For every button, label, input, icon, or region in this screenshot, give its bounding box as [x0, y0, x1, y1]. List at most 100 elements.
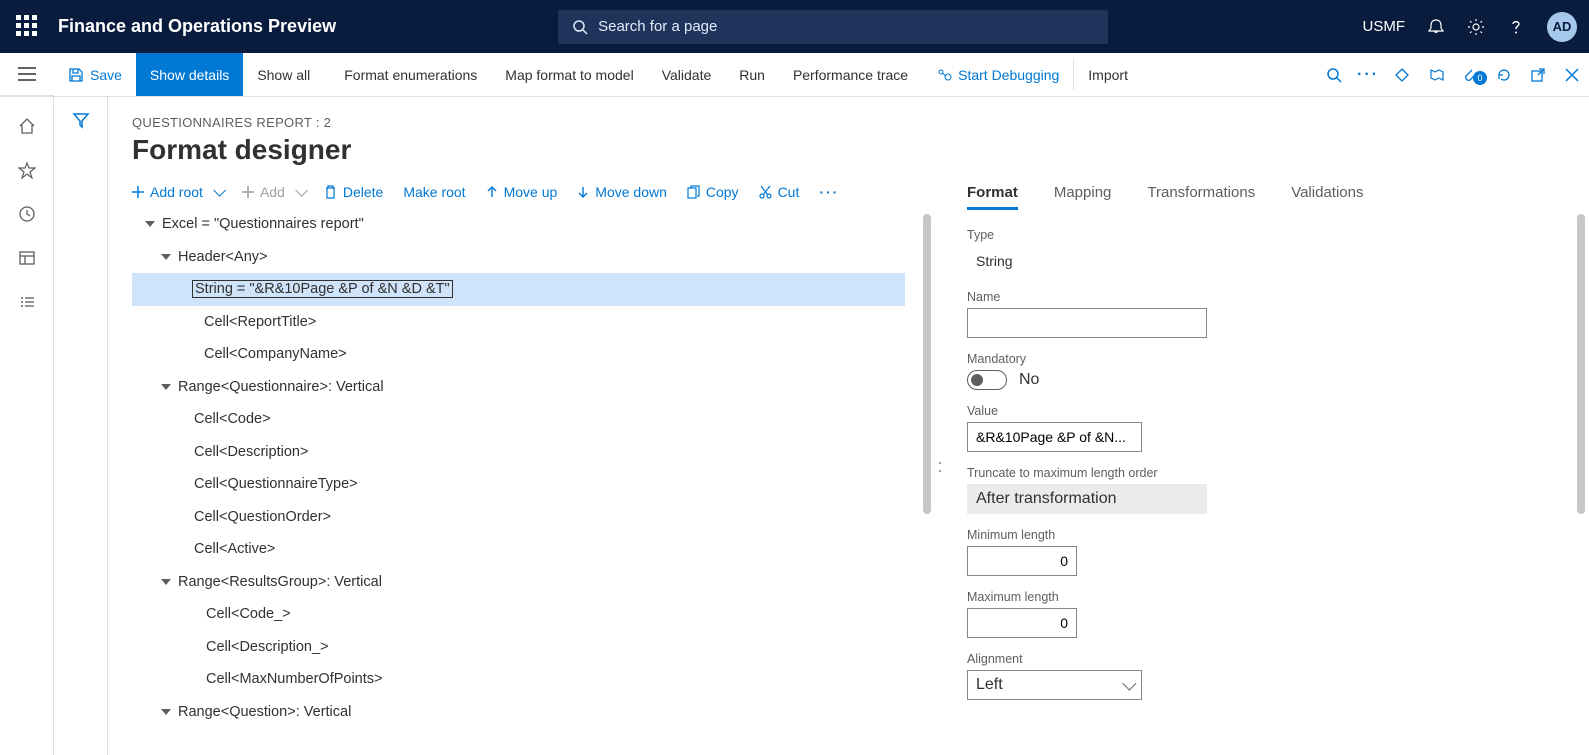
tree-row[interactable]: Range<Question>: Vertical — [132, 696, 905, 729]
show-all-button[interactable]: Show all — [243, 53, 330, 96]
delete-button[interactable]: Delete — [324, 184, 383, 200]
properties-scrollbar[interactable] — [1577, 214, 1585, 514]
tab-mapping[interactable]: Mapping — [1054, 184, 1112, 210]
type-value: String — [967, 246, 1147, 276]
avatar[interactable]: AD — [1547, 12, 1577, 42]
more-tree-actions[interactable]: ··· — [819, 184, 839, 200]
save-button[interactable]: Save — [54, 53, 136, 96]
home-icon[interactable] — [18, 117, 36, 135]
trunc-value[interactable]: After transformation — [967, 484, 1207, 514]
import-button[interactable]: Import — [1074, 53, 1142, 96]
properties-form: TypeString Name MandatoryNo Value Trunca… — [967, 228, 1559, 700]
search-placeholder: Search for a page — [598, 18, 717, 35]
twisty-icon[interactable] — [156, 384, 176, 390]
tree-row[interactable]: Range<ResultsGroup>: Vertical — [132, 566, 905, 599]
add-root-button[interactable]: Add root — [132, 184, 222, 200]
top-nav: Finance and Operations Preview Search fo… — [0, 0, 1589, 53]
mandatory-toggle[interactable] — [967, 370, 1007, 390]
tree-node-label: Range<ResultsGroup>: Vertical — [176, 574, 384, 590]
tree-node-label: Cell<Active> — [192, 541, 277, 557]
tree-scrollbar[interactable] — [923, 214, 931, 514]
popout-icon[interactable] — [1521, 67, 1555, 83]
filter-icon[interactable] — [72, 111, 90, 755]
trunc-label: Truncate to maximum length order — [967, 466, 1559, 480]
align-dropdown[interactable]: Left — [967, 670, 1142, 700]
validate-button[interactable]: Validate — [648, 53, 726, 96]
twisty-icon[interactable] — [156, 579, 176, 585]
run-button[interactable]: Run — [725, 53, 779, 96]
gear-icon[interactable] — [1467, 18, 1485, 36]
diamond-icon[interactable] — [1385, 67, 1419, 83]
show-details-button[interactable]: Show details — [136, 53, 243, 96]
twisty-icon[interactable] — [156, 709, 176, 715]
minlen-label: Minimum length — [967, 528, 1559, 542]
tab-validations[interactable]: Validations — [1291, 184, 1363, 210]
find-icon[interactable] — [1317, 67, 1351, 83]
map-icon[interactable] — [1419, 67, 1453, 83]
tree-row[interactable]: Cell<Code_> — [132, 598, 905, 631]
tab-format[interactable]: Format — [967, 184, 1018, 210]
workspaces-icon[interactable] — [18, 249, 36, 267]
tree-row[interactable]: Cell<QuestionnaireType> — [132, 468, 905, 501]
recent-icon[interactable] — [18, 205, 36, 223]
tree-row[interactable]: Cell<Code> — [132, 403, 905, 436]
name-input[interactable] — [967, 308, 1207, 338]
tree-row[interactable]: Cell<Description> — [132, 436, 905, 469]
tree-row[interactable]: Range<Questionnaire>: Vertical — [132, 371, 905, 404]
page-title: Format designer — [132, 134, 1589, 166]
tree-row[interactable]: Cell<CompanyName> — [132, 338, 905, 371]
tree-node-label: Excel = "Questionnaires report" — [160, 216, 366, 232]
add-button: Add — [242, 184, 304, 200]
format-enumerations-button[interactable]: Format enumerations — [330, 53, 491, 96]
minlen-input[interactable] — [967, 546, 1077, 576]
tree-node-label: Cell<QuestionnaireType> — [192, 476, 360, 492]
refresh-icon[interactable] — [1487, 67, 1521, 83]
close-icon[interactable] — [1555, 68, 1589, 82]
twisty-icon[interactable] — [156, 254, 176, 260]
name-label: Name — [967, 290, 1559, 304]
tree-row[interactable]: Cell<MaxNumberOfPoints> — [132, 663, 905, 696]
tree-row[interactable]: Cell<QuestionOrder> — [132, 501, 905, 534]
search-icon — [572, 19, 588, 35]
tree-node-label: Cell<Code_> — [204, 606, 293, 622]
tab-transformations[interactable]: Transformations — [1147, 184, 1255, 210]
value-label: Value — [967, 404, 1559, 418]
bell-icon[interactable] — [1427, 18, 1445, 36]
more-actions-icon[interactable]: ··· — [1351, 66, 1385, 84]
cut-button[interactable]: Cut — [759, 184, 800, 200]
move-up-button[interactable]: Move up — [486, 184, 558, 200]
maxlen-input[interactable] — [967, 608, 1077, 638]
twisty-icon[interactable] — [140, 221, 160, 227]
tree-row[interactable]: Cell<ReportTitle> — [132, 306, 905, 339]
help-icon[interactable] — [1507, 18, 1525, 36]
modules-icon[interactable] — [18, 293, 36, 311]
chevron-down-icon — [1122, 677, 1136, 691]
tree-row[interactable]: String = "&R&10Page &P of &N &D &T" — [132, 273, 905, 306]
copy-button[interactable]: Copy — [687, 184, 739, 200]
app-launcher-icon[interactable] — [16, 15, 40, 39]
cut-icon — [759, 185, 772, 199]
splitter-handle[interactable] — [931, 184, 949, 750]
attachments-icon[interactable] — [1453, 67, 1487, 83]
make-root-button[interactable]: Make root — [403, 184, 465, 200]
move-down-button[interactable]: Move down — [577, 184, 667, 200]
map-format-button[interactable]: Map format to model — [491, 53, 647, 96]
hamburger-icon[interactable] — [0, 53, 54, 96]
star-icon[interactable] — [18, 161, 36, 179]
perf-trace-button[interactable]: Performance trace — [779, 53, 922, 96]
start-debugging-button[interactable]: Start Debugging — [922, 53, 1073, 96]
tree-toolbar: Add root Add Delete Make root Move up Mo… — [132, 184, 923, 200]
value-input[interactable] — [967, 422, 1142, 452]
format-tree[interactable]: Excel = "Questionnaires report" Header<An… — [132, 208, 923, 728]
company-code[interactable]: USMF — [1363, 18, 1406, 35]
tree-row[interactable]: Excel = "Questionnaires report" — [132, 208, 905, 241]
copy-icon — [687, 185, 700, 199]
filter-column — [54, 97, 108, 755]
search-box[interactable]: Search for a page — [558, 10, 1108, 44]
tree-row[interactable]: Cell<Active> — [132, 533, 905, 566]
tree-node-label: Range<Questionnaire>: Vertical — [176, 379, 386, 395]
properties-pane: Format Mapping Transformations Validatio… — [949, 184, 1589, 750]
tree-row[interactable]: Header<Any> — [132, 241, 905, 274]
tree-node-label: Cell<Description> — [192, 444, 310, 460]
tree-row[interactable]: Cell<Description_> — [132, 631, 905, 664]
